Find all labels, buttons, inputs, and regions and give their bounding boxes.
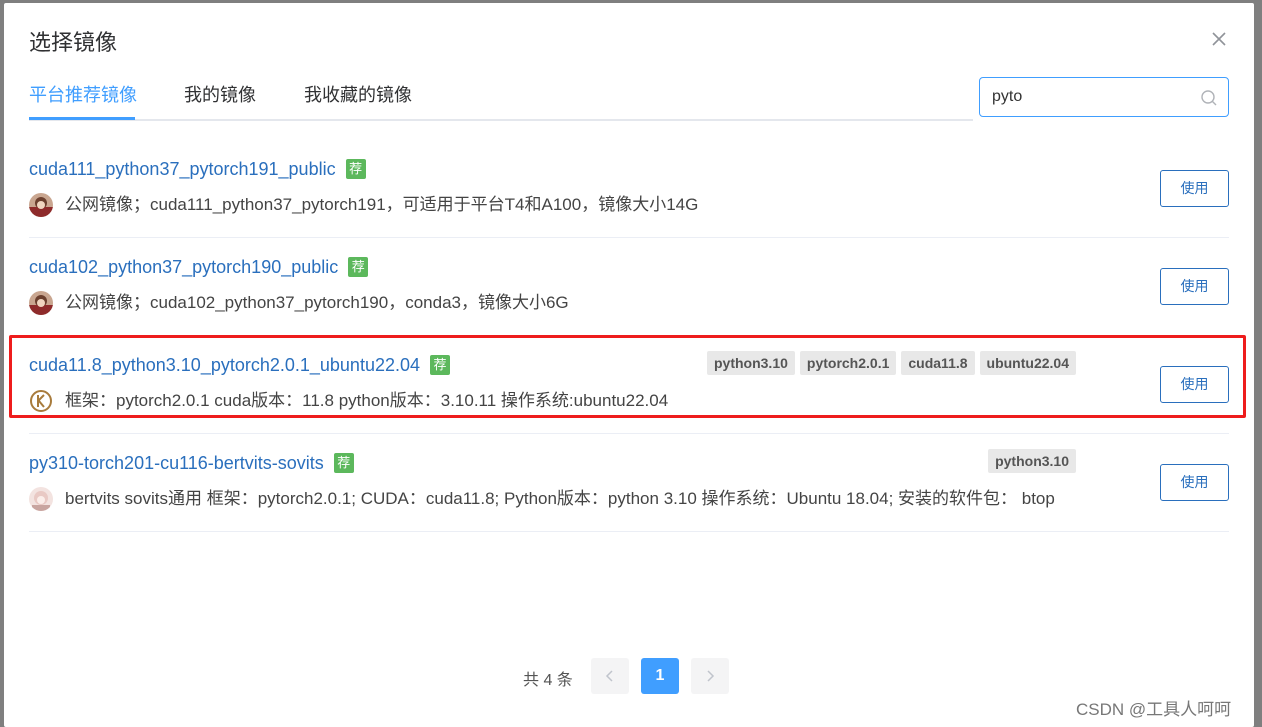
- image-description: 公网镜像；cuda102_python37_pytorch190，conda3，…: [65, 293, 569, 312]
- image-name[interactable]: cuda102_python37_pytorch190_public: [29, 257, 338, 277]
- dialog-title: 选择镜像: [29, 30, 118, 55]
- search-box[interactable]: [979, 77, 1229, 117]
- list-item: cuda11.8_python3.10_pytorch2.0.1_ubuntu2…: [29, 336, 1229, 434]
- image-name[interactable]: py310-torch201-cu116-bertvits-sovits: [29, 453, 324, 473]
- image-name-link[interactable]: py310-torch201-cu116-bertvits-sovits 荐: [29, 451, 354, 475]
- image-description: 公网镜像；cuda111_python37_pytorch191，可适用于平台T…: [65, 195, 699, 214]
- list-item: cuda102_python37_pytorch190_public 荐 公网镜像…: [29, 238, 1229, 336]
- recommended-badge: 荐: [348, 257, 369, 277]
- image-name-link[interactable]: cuda11.8_python3.10_pytorch2.0.1_ubuntu2…: [29, 353, 450, 377]
- tab-platform-recommended[interactable]: 平台推荐镜像: [29, 83, 137, 107]
- list-item: cuda111_python37_pytorch191_public 荐 公网镜像…: [29, 140, 1229, 238]
- avatar: [29, 193, 53, 217]
- search-input[interactable]: [992, 85, 1192, 109]
- close-icon[interactable]: [1207, 27, 1231, 51]
- avatar: [29, 389, 53, 413]
- tab-favorite-images[interactable]: 我收藏的镜像: [304, 83, 412, 107]
- select-image-dialog: 选择镜像 平台推荐镜像 我的镜像 我收藏的镜像 cuda111_python37…: [4, 3, 1254, 727]
- total-count: 共 4 条: [523, 672, 573, 689]
- tag-list: python3.10: [988, 449, 1076, 473]
- chevron-left-icon: [605, 667, 615, 687]
- image-description: bertvits sovits通用 框架：pytorch2.0.1; CUDA：…: [65, 489, 1055, 508]
- pagination: 共 4 条 1: [4, 658, 1254, 694]
- image-list: cuda111_python37_pytorch191_public 荐 公网镜像…: [29, 140, 1229, 532]
- recommended-badge: 荐: [333, 453, 354, 473]
- page-button-current[interactable]: 1: [641, 658, 679, 694]
- image-name-link[interactable]: cuda102_python37_pytorch190_public 荐: [29, 255, 369, 279]
- active-tab-indicator: [29, 117, 135, 120]
- watermark-text: CSDN @工具人呵呵: [1076, 700, 1232, 719]
- next-page-button[interactable]: [691, 658, 729, 694]
- use-button[interactable]: 使用: [1160, 170, 1229, 207]
- image-name[interactable]: cuda11.8_python3.10_pytorch2.0.1_ubuntu2…: [29, 355, 420, 375]
- image-source-tabs: 平台推荐镜像 我的镜像 我收藏的镜像: [29, 81, 973, 121]
- use-button[interactable]: 使用: [1160, 464, 1229, 501]
- avatar: [29, 291, 53, 315]
- avatar: [29, 487, 53, 511]
- tag: python3.10: [988, 449, 1076, 473]
- tab-my-images[interactable]: 我的镜像: [184, 83, 256, 107]
- list-item: py310-torch201-cu116-bertvits-sovits 荐 py…: [29, 434, 1229, 532]
- tag: ubuntu22.04: [979, 351, 1076, 375]
- recommended-badge: 荐: [345, 159, 366, 179]
- search-icon[interactable]: [1200, 89, 1218, 107]
- tag-list: python3.10 pytorch2.0.1 cuda11.8 ubuntu2…: [706, 351, 1076, 375]
- use-button[interactable]: 使用: [1160, 366, 1229, 403]
- image-name[interactable]: cuda111_python37_pytorch191_public: [29, 159, 336, 179]
- tag: pytorch2.0.1: [799, 351, 897, 375]
- use-button[interactable]: 使用: [1160, 268, 1229, 305]
- image-name-link[interactable]: cuda111_python37_pytorch191_public 荐: [29, 157, 366, 181]
- recommended-badge: 荐: [430, 355, 450, 375]
- chevron-right-icon: [705, 667, 715, 687]
- tag: python3.10: [706, 351, 795, 375]
- prev-page-button[interactable]: [591, 658, 629, 694]
- image-description: 框架：pytorch2.0.1 cuda版本：11.8 python版本：3.1…: [65, 391, 669, 410]
- tag: cuda11.8: [901, 351, 975, 375]
